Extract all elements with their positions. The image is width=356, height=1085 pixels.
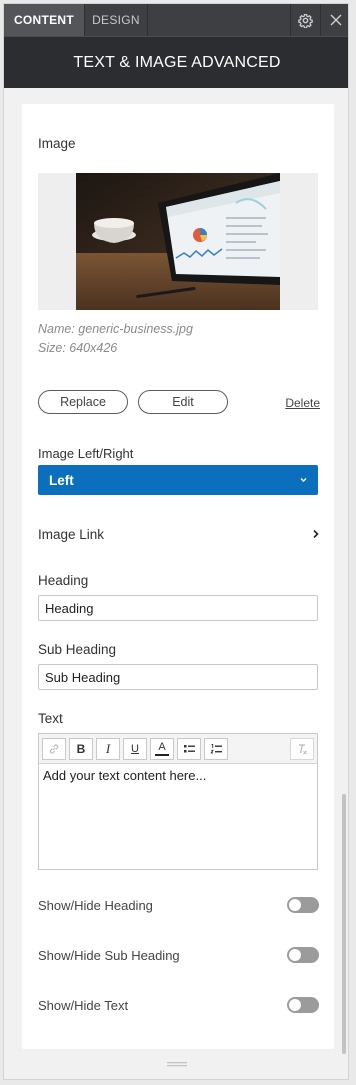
clear-format-button[interactable] [290, 738, 314, 760]
underline-button[interactable]: U [123, 737, 147, 760]
replace-button[interactable]: Replace [38, 390, 128, 414]
toggle-text-label: Show/Hide Text [38, 997, 129, 1013]
settings-gear-button[interactable] [290, 4, 320, 36]
sub-heading-input[interactable] [38, 664, 318, 690]
bold-button[interactable]: B [69, 737, 93, 760]
font-color-icon: A [158, 740, 166, 753]
image-thumbnail [76, 173, 280, 310]
image-position-value: Left [49, 472, 74, 488]
tab-design[interactable]: DESIGN [84, 4, 148, 36]
tab-content[interactable]: CONTENT [4, 4, 84, 36]
italic-button[interactable]: I [96, 737, 120, 760]
image-name: Name: generic-business.jpg [38, 322, 193, 336]
chevron-down-icon [300, 478, 307, 482]
bullet-list-icon [183, 745, 195, 753]
bullet-list-button[interactable] [177, 737, 201, 760]
scrollbar[interactable] [342, 794, 346, 1054]
toggle-row-heading: Show/Hide Heading [38, 895, 319, 915]
image-position-label: Image Left/Right [38, 446, 134, 461]
link-button[interactable] [42, 737, 66, 760]
numbered-list-button[interactable] [204, 737, 228, 760]
clear-format-icon [299, 744, 307, 755]
panel-topbar: CONTENT DESIGN [4, 4, 348, 36]
toggle-sub-heading-switch[interactable] [287, 947, 319, 963]
sub-heading-label: Sub Heading [38, 642, 117, 657]
delete-link[interactable]: Delete [285, 396, 320, 410]
settings-panel: CONTENT DESIGN TEXT & IMAGE ADVANCED Ima… [3, 3, 349, 1080]
gear-icon [298, 13, 313, 28]
link-icon [49, 743, 59, 754]
toggle-row-sub-heading: Show/Hide Sub Heading [38, 945, 319, 965]
image-size: Size: 640x426 [38, 341, 118, 355]
image-link-label: Image Link [38, 526, 105, 542]
font-color-button[interactable]: A [150, 737, 174, 760]
editor-toolbar: B I U A [39, 734, 317, 764]
text-editor: B I U A Add your text content here... [38, 733, 318, 870]
toggle-heading-label: Show/Hide Heading [38, 897, 153, 913]
close-button[interactable] [320, 4, 348, 36]
numbered-list-icon [209, 743, 222, 753]
chevron-right-icon [313, 529, 319, 539]
toggle-heading-switch[interactable] [287, 897, 319, 913]
toggle-text-switch[interactable] [287, 997, 319, 1013]
edit-button[interactable]: Edit [138, 390, 228, 414]
panel-content: Image Name: generic-business.jpg Size: 6… [22, 104, 334, 1049]
image-preview[interactable] [38, 173, 318, 310]
toggle-sub-heading-label: Show/Hide Sub Heading [38, 947, 180, 963]
toggle-row-text: Show/Hide Text [38, 995, 319, 1015]
image-link-row[interactable]: Image Link [38, 524, 320, 544]
panel-title: TEXT & IMAGE ADVANCED [4, 36, 348, 88]
text-label: Text [38, 711, 63, 726]
resize-grip-icon[interactable] [167, 1062, 187, 1068]
heading-label: Heading [38, 573, 89, 588]
text-editor-body[interactable]: Add your text content here... [39, 764, 317, 787]
heading-input[interactable] [38, 595, 318, 621]
image-label: Image [38, 136, 76, 151]
image-position-select[interactable]: Left [38, 465, 318, 495]
close-icon [330, 14, 341, 26]
